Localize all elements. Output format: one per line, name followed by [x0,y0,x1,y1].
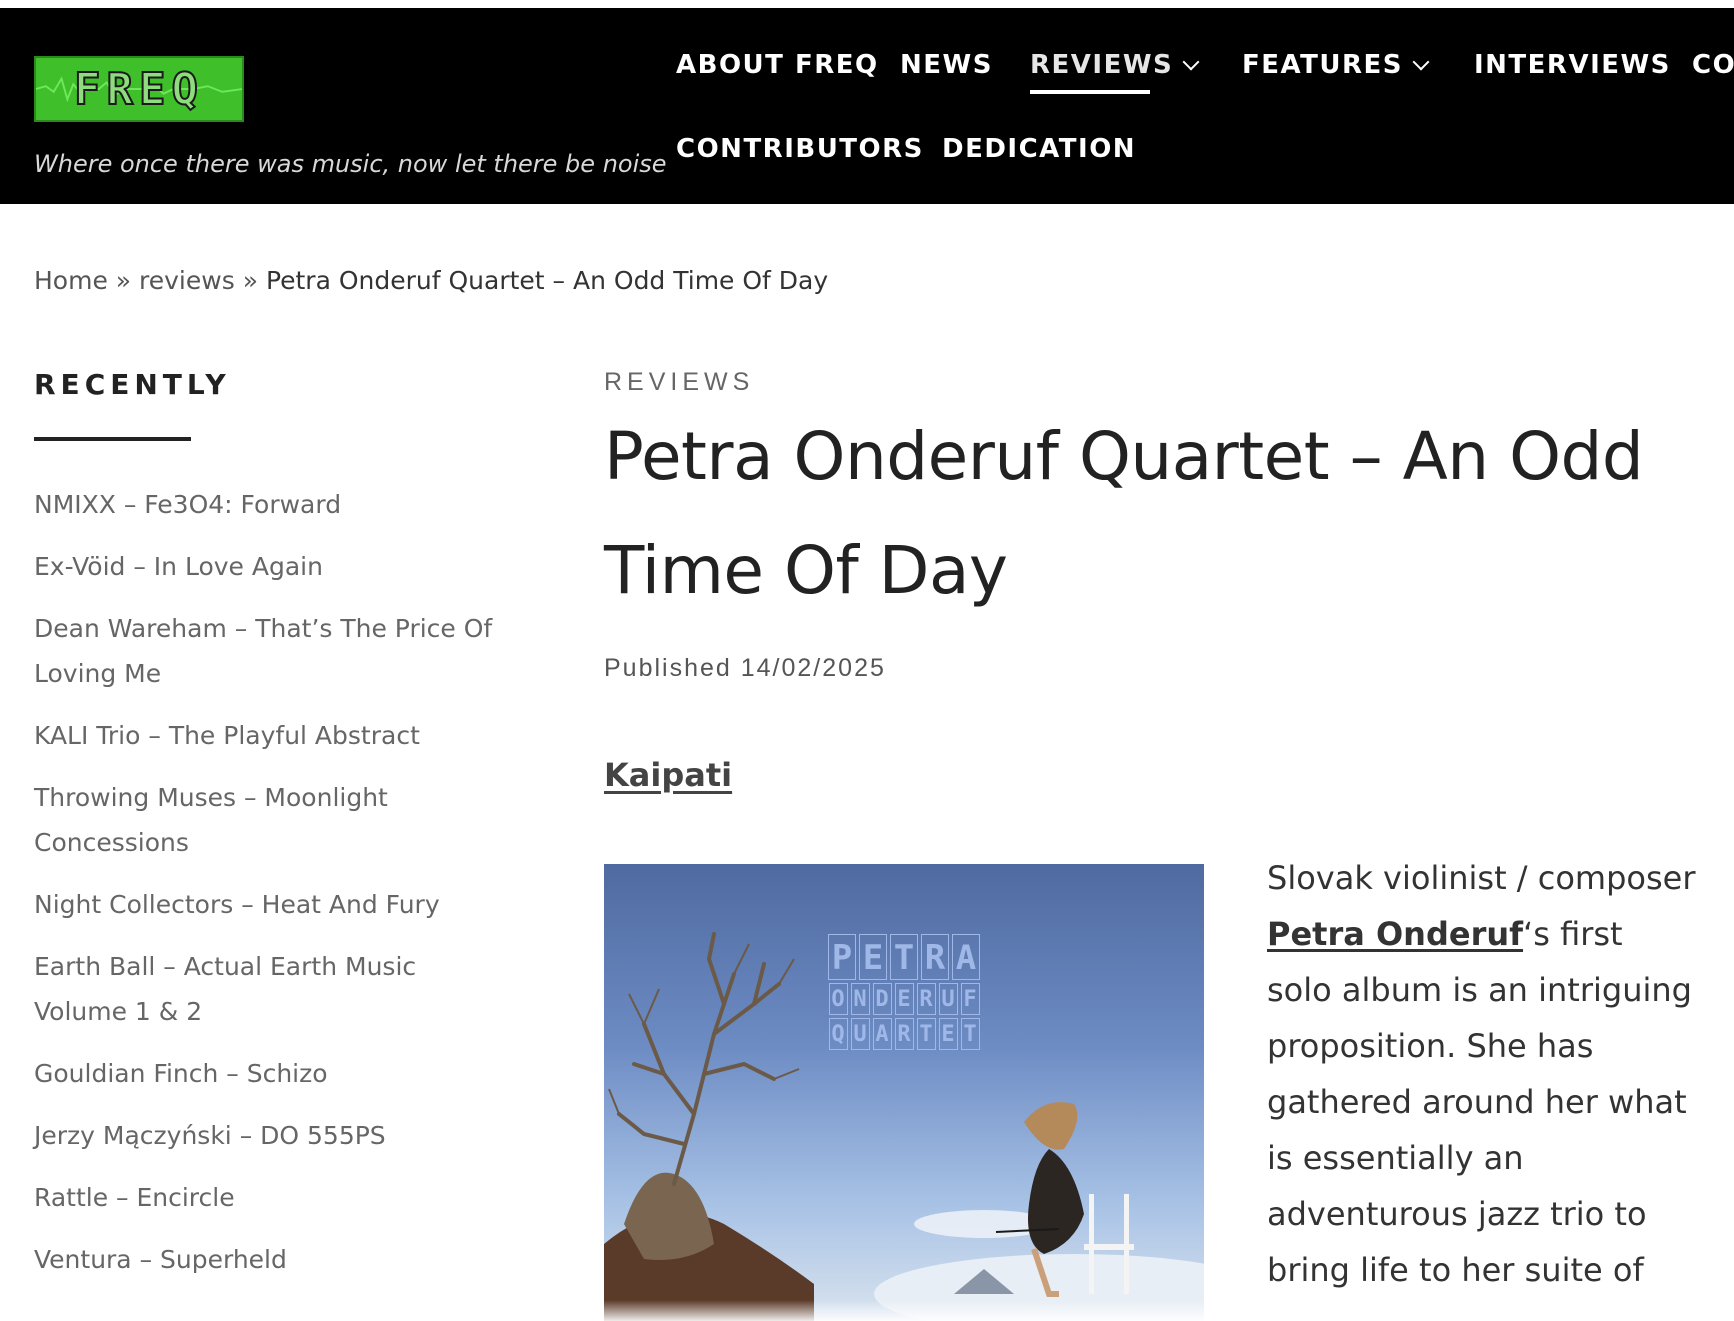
nav-label: COI [1692,50,1734,80]
recent-post-link[interactable]: KALI Trio – The Playful Abstract [34,713,504,758]
logo-text: FREQ [73,63,204,116]
body-text: Slovak violinist / composer [1267,859,1696,897]
recent-post-link[interactable]: Gouldian Finch – Schizo [34,1051,504,1096]
breadcrumb-separator: » [242,266,258,295]
recent-post-link[interactable]: Throwing Muses – Moonlight Concessions [34,775,504,865]
cover-letter: A [872,1018,892,1050]
recent-post-link[interactable]: Dean Wareham – That’s The Price Of Lovin… [34,606,504,696]
cover-letter: D [872,983,892,1015]
post-title: Petra Onderuf Quartet – An Odd Time Of D… [604,418,1644,609]
chevron-down-icon [1182,53,1200,71]
recent-post-link[interactable]: Earth Ball – Actual Earth Music Volume 1… [34,944,504,1034]
cover-letter: E [938,1018,958,1050]
nav-truncated-item[interactable]: COI [1692,50,1734,80]
nav-features[interactable]: FEATURES [1242,50,1430,80]
nav-label: ABOUT FREQ [676,50,879,80]
cover-letter: F [960,983,980,1015]
top-strip [0,0,1734,8]
recent-post-link[interactable]: Night Collectors – Heat And Fury [34,882,504,927]
cover-letter: T [960,1018,980,1050]
breadcrumb-current: Petra Onderuf Quartet – An Odd Time Of D… [265,266,829,295]
post-category[interactable]: REVIEWS [604,368,754,397]
cover-letter: A [952,934,980,980]
article-body-paragraph: Slovak violinist / composer Petra Onderu… [1267,850,1697,1298]
nav-label: DEDICATION [942,134,1137,164]
sidebar-title: RECENTLY [34,368,231,401]
nav-about-freq[interactable]: ABOUT FREQ [676,50,879,80]
cover-artwork [604,932,1204,1321]
nav-contributors[interactable]: CONTRIBUTORS [676,134,924,164]
cover-band-logo: P E T R A O N D E R U F Q U A R T E T [804,934,1004,1050]
cover-letter: U [850,1018,870,1050]
nav-dedication[interactable]: DEDICATION [942,134,1136,164]
recent-posts-list: NMIXX – Fe3O4: Forward Ex-Vöid – In Love… [34,482,504,1299]
cover-letter: R [894,1018,914,1050]
nav-label: INTERVIEWS [1474,50,1671,80]
nav-interviews[interactable]: INTERVIEWS [1474,50,1671,80]
recent-post-link[interactable]: Rattle – Encircle [34,1175,504,1220]
body-text: ‘s first solo album is an intriguing pro… [1267,915,1692,1289]
cover-letter: T [916,1018,936,1050]
artist-link[interactable]: Petra Onderuf [1267,915,1523,953]
publish-date: Published 14/02/2025 [604,654,886,682]
recent-post-link[interactable]: Ventura – Superheld [34,1237,504,1282]
recent-post-link[interactable]: NMIXX – Fe3O4: Forward [34,482,504,527]
breadcrumb-home[interactable]: Home [34,266,108,295]
breadcrumb-reviews[interactable]: reviews [139,266,235,295]
site-tagline: Where once there was music, now let ther… [34,150,667,178]
breadcrumb-separator: » [115,266,132,295]
cover-letter: R [921,934,949,980]
freq-logo[interactable]: FREQ [34,56,244,122]
cover-letter: O [828,983,848,1015]
breadcrumb: Home » reviews » Petra Onderuf Quartet –… [34,266,828,295]
cover-letter: R [916,983,936,1015]
cover-letter: E [894,983,914,1015]
cover-letter: P [828,934,856,980]
cover-letter: Q [828,1018,848,1050]
nav-label: CONTRIBUTORS [676,134,924,164]
nav-label: NEWS [900,50,993,80]
album-cover-image: P E T R A O N D E R U F Q U A R T E T [604,864,1204,1321]
nav-reviews[interactable]: REVIEWS [1030,50,1200,80]
site-header: FREQ Where once there was music, now let… [0,8,1734,204]
cover-letter: N [850,983,870,1015]
cover-letter: E [859,934,887,980]
cover-letter: T [890,934,918,980]
sidebar-title-rule [34,437,191,441]
nav-label: FEATURES [1242,50,1403,80]
chevron-down-icon [1412,53,1430,71]
bottom-fade [0,1300,1734,1321]
recent-post-link[interactable]: Jerzy Mączyński – DO 555PS [34,1113,504,1158]
cover-letter: U [938,983,958,1015]
nav-active-indicator [1030,90,1150,94]
nav-news[interactable]: NEWS [900,50,993,80]
nav-label: REVIEWS [1030,50,1174,80]
record-label-link[interactable]: Kaipati [604,756,732,794]
recent-post-link[interactable]: Ex-Vöid – In Love Again [34,544,504,589]
